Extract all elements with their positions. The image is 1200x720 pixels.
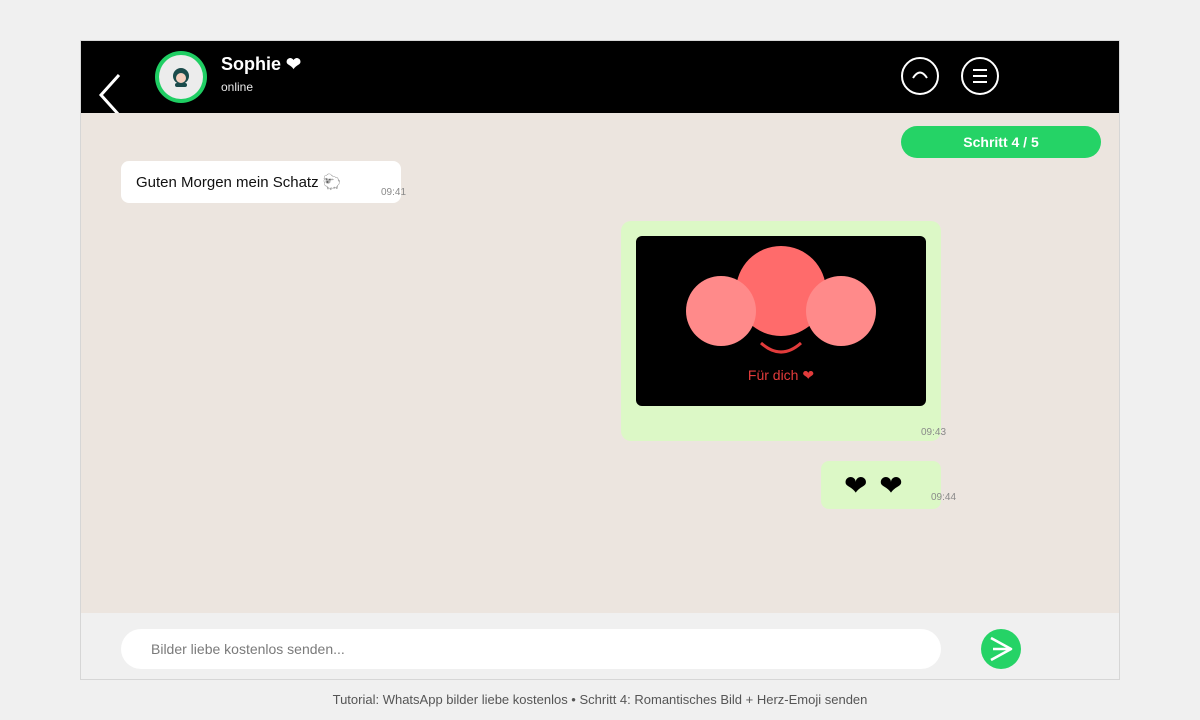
back-arrow-icon[interactable] — [95, 71, 129, 113]
chat-header: Sophie ❤ online — [81, 41, 1119, 113]
page-caption: Tutorial: WhatsApp bilder liebe kostenlo… — [332, 692, 868, 707]
send-button[interactable] — [981, 629, 1021, 669]
heart-emojis: ❤ ❤ — [844, 470, 905, 501]
message-time: 09:44 — [931, 492, 957, 503]
avatar-icon — [159, 55, 203, 99]
arc-button[interactable] — [901, 57, 939, 95]
shared-image[interactable]: Für dich ❤ — [636, 236, 926, 406]
menu-icon — [973, 69, 987, 83]
message-text: Guten Morgen mein Schatz 🐑 — [136, 174, 342, 191]
avatar[interactable] — [155, 51, 207, 103]
composer-bar — [81, 613, 1119, 679]
incoming-message[interactable]: Guten Morgen mein Schatz 🐑 09:41 — [121, 161, 406, 203]
outgoing-image-message[interactable]: Für dich ❤ 09:43 — [621, 221, 946, 441]
message-time: 09:41 — [381, 187, 407, 198]
arc-icon — [912, 71, 928, 79]
contact-status: online — [221, 80, 254, 94]
message-input[interactable] — [121, 629, 941, 669]
send-icon — [990, 636, 1013, 662]
step-badge: Schritt 4 / 5 — [901, 126, 1101, 158]
contact-name: Sophie ❤ — [221, 54, 302, 74]
outgoing-heart-message[interactable]: ❤ ❤ 09:44 — [821, 461, 956, 509]
message-time: 09:43 — [921, 427, 947, 438]
image-caption: Für dich ❤ — [747, 367, 815, 383]
menu-button[interactable] — [961, 57, 999, 95]
chat-window: Sophie ❤ online Schritt 4 / 5 Guten Morg… — [80, 40, 1120, 680]
